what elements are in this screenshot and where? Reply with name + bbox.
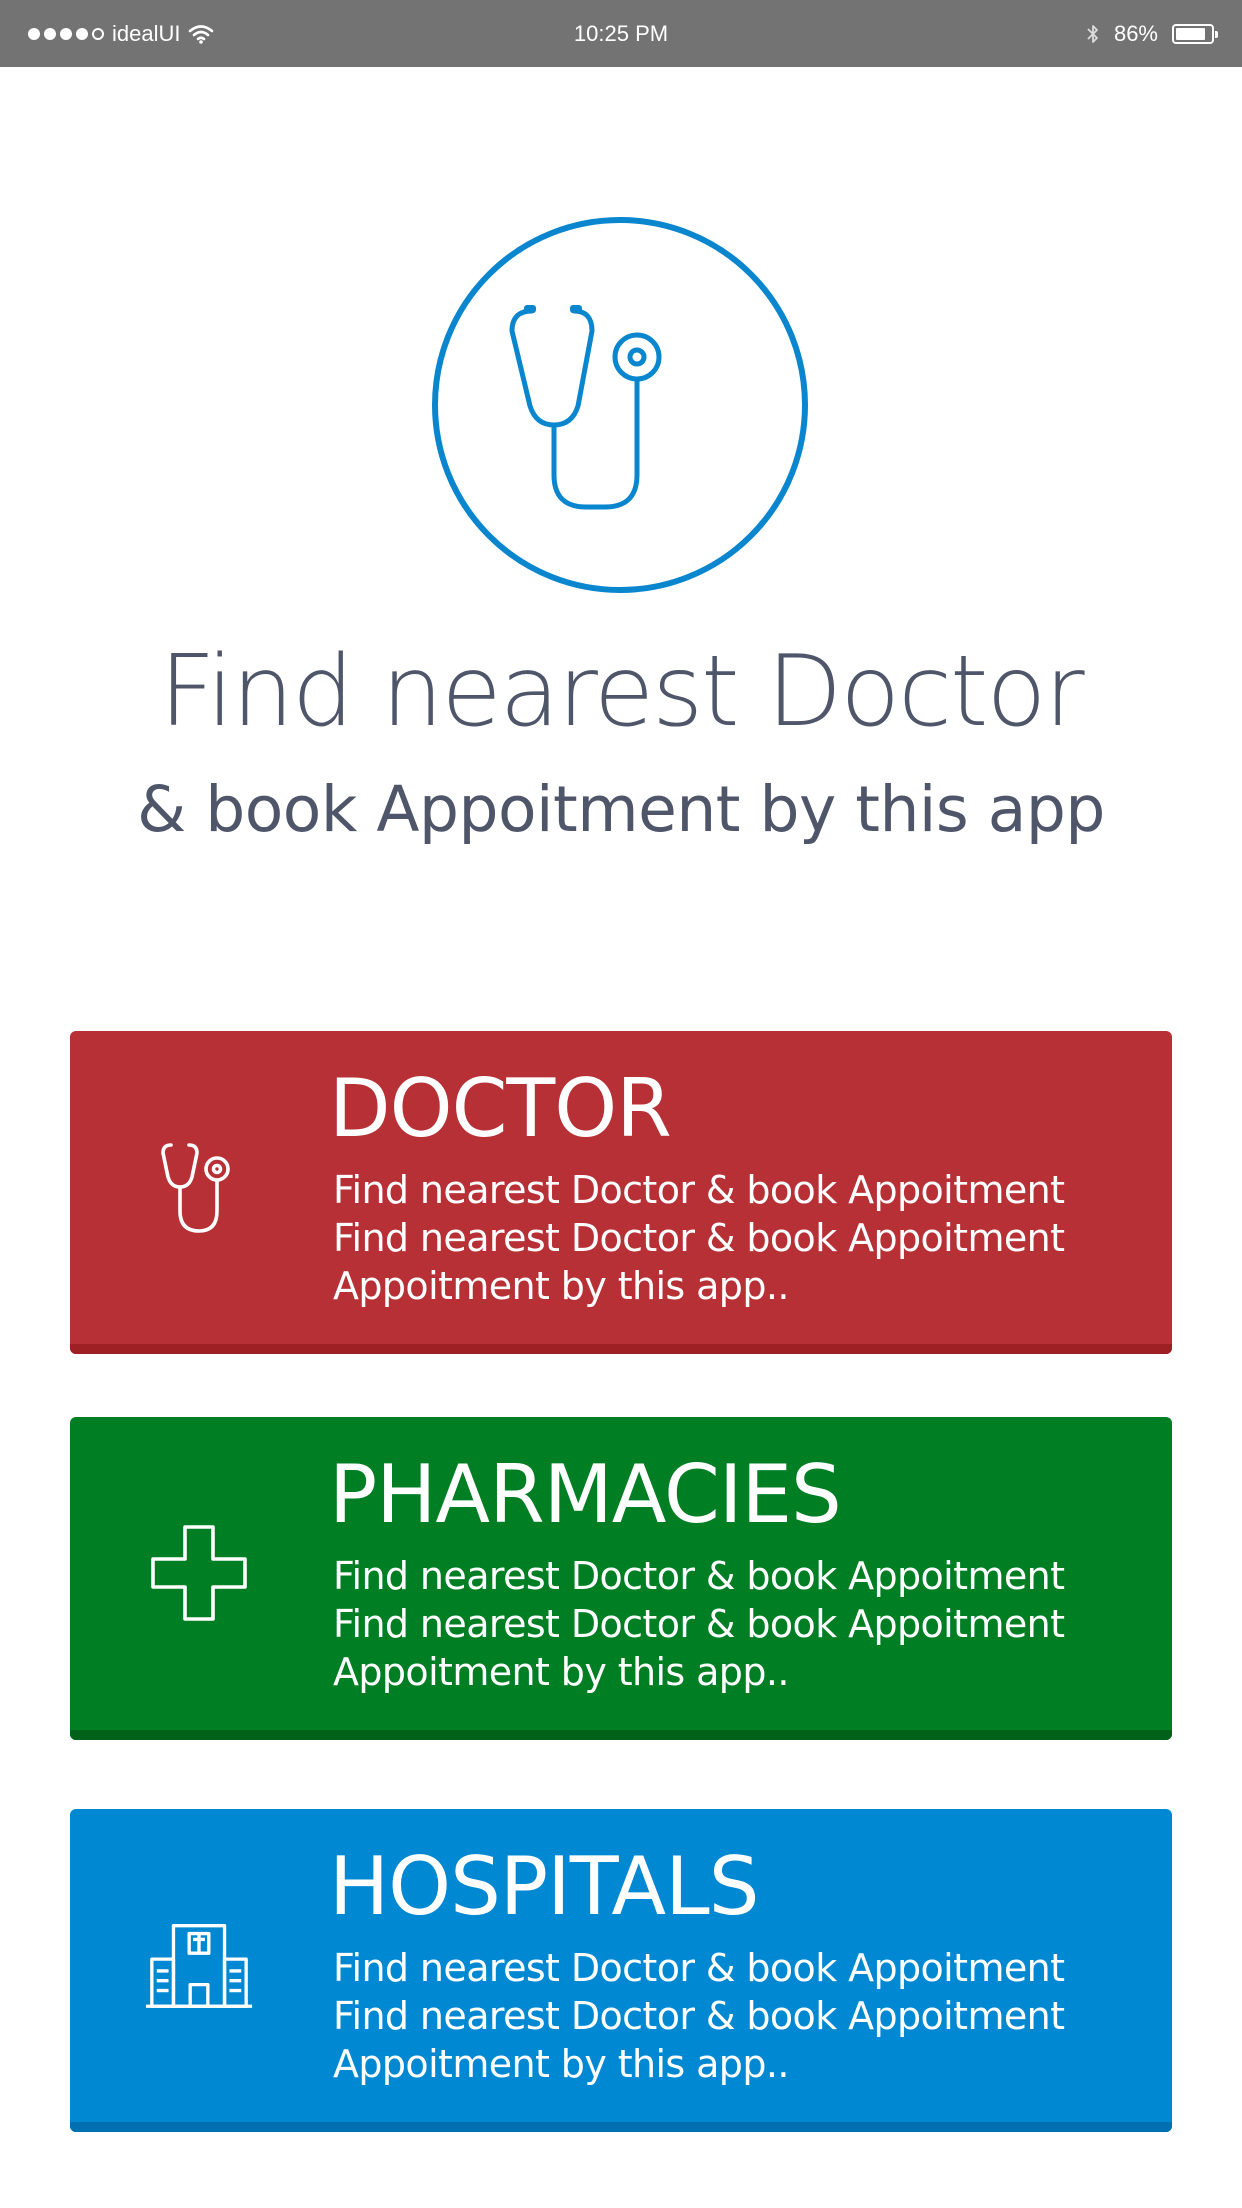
card-desc-line: Appoitment by this app.. bbox=[333, 1264, 789, 1308]
card-description: Find nearest Doctor & book Appoitment Fi… bbox=[333, 1944, 1153, 2088]
card-title: HOSPITALS bbox=[329, 1840, 759, 1933]
battery-cap bbox=[1215, 30, 1218, 38]
medical-cross-icon bbox=[151, 1524, 247, 1621]
card-desc-line: Appoitment by this app.. bbox=[333, 2042, 789, 2086]
hero-subtitle: & book Appoitment by this app bbox=[137, 773, 1105, 846]
doctor-card[interactable]: DOCTOR Find nearest Doctor & book Appoit… bbox=[70, 1031, 1172, 1354]
hero-logo bbox=[432, 217, 808, 593]
card-desc-line: Find nearest Doctor & book Appoitment bbox=[333, 1994, 1065, 2038]
card-description: Find nearest Doctor & book Appoitment Fi… bbox=[333, 1166, 1153, 1310]
card-desc-line: Appoitment by this app.. bbox=[333, 1650, 789, 1694]
card-desc-line: Find nearest Doctor & book Appoitment bbox=[333, 1946, 1065, 1990]
card-desc-line: Find nearest Doctor & book Appoitment bbox=[333, 1216, 1065, 1260]
status-right: 86% bbox=[1086, 0, 1218, 67]
battery-percent: 86% bbox=[1113, 20, 1158, 46]
card-title: PHARMACIES bbox=[329, 1448, 842, 1541]
hospital-icon bbox=[145, 1923, 253, 2008]
stethoscope-icon bbox=[161, 1142, 230, 1233]
hospitals-card[interactable]: HOSPITALS Find nearest Doctor & book App… bbox=[70, 1809, 1172, 2132]
status-time: 10:25 PM bbox=[573, 21, 669, 46]
status-bar: idealUI 10:25 PM 86% bbox=[0, 0, 1242, 67]
card-icon-wrap bbox=[144, 1031, 254, 1342]
app-screen: idealUI 10:25 PM 86% Find nearest Doctor… bbox=[0, 0, 1242, 2208]
card-icon-wrap bbox=[144, 1809, 254, 2120]
card-desc-line: Find nearest Doctor & book Appoitment bbox=[333, 1602, 1065, 1646]
card-desc-line: Find nearest Doctor & book Appoitment bbox=[333, 1168, 1065, 1212]
battery-icon bbox=[1172, 23, 1218, 44]
card-bottom-edge bbox=[70, 2122, 1172, 2132]
card-bottom-edge bbox=[70, 1344, 1172, 1354]
card-icon-wrap bbox=[144, 1417, 254, 1728]
card-bottom-edge bbox=[70, 1730, 1172, 1740]
pharmacies-card[interactable]: PHARMACIES Find nearest Doctor & book Ap… bbox=[70, 1417, 1172, 1740]
bluetooth-icon bbox=[1087, 24, 1098, 43]
stethoscope-icon bbox=[509, 305, 662, 510]
card-description: Find nearest Doctor & book Appoitment Fi… bbox=[333, 1552, 1153, 1696]
card-title: DOCTOR bbox=[329, 1062, 672, 1155]
battery-level bbox=[1176, 27, 1205, 40]
hero-title: Find nearest Doctor bbox=[159, 635, 1084, 749]
card-desc-line: Find nearest Doctor & book Appoitment bbox=[333, 1554, 1065, 1598]
